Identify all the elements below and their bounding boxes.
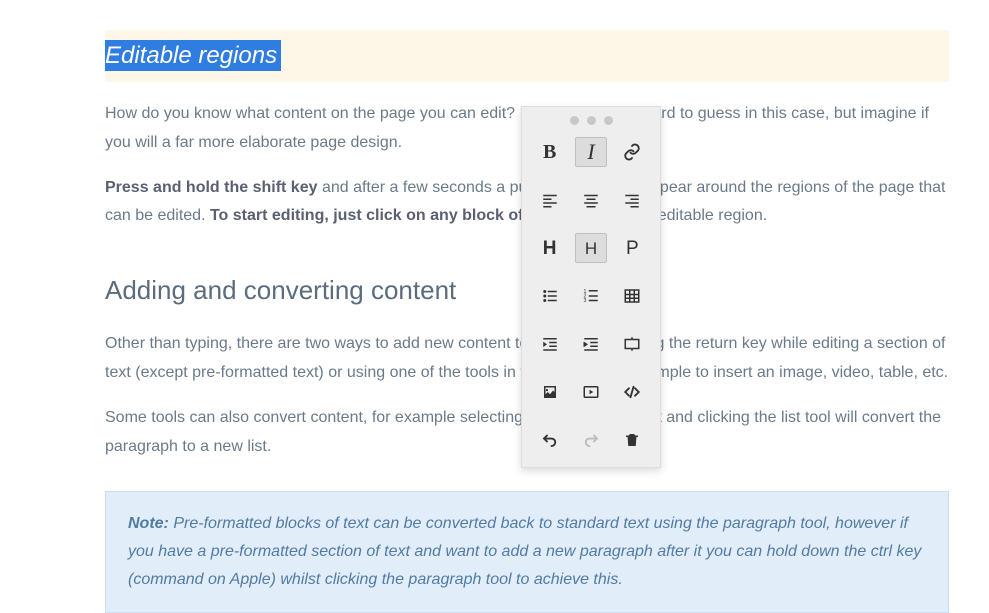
unordered-list-button[interactable] bbox=[534, 281, 566, 311]
note-block[interactable]: Note: Pre-formatted blocks of text can b… bbox=[105, 491, 949, 613]
undo-icon bbox=[541, 431, 559, 449]
redo-button[interactable] bbox=[575, 425, 607, 455]
section-heading-editable-regions[interactable]: Editable regions bbox=[105, 40, 281, 71]
redo-icon bbox=[582, 431, 600, 449]
bold-button[interactable]: B bbox=[534, 137, 566, 167]
heading-wrapper: Editable regions bbox=[105, 30, 949, 82]
table-icon bbox=[623, 287, 641, 305]
video-button[interactable] bbox=[575, 377, 607, 407]
toolbox-drag-handle[interactable] bbox=[522, 107, 660, 131]
subheading-button[interactable]: H bbox=[575, 233, 607, 263]
link-icon bbox=[623, 143, 641, 161]
code-icon bbox=[623, 383, 641, 401]
align-right-button[interactable] bbox=[616, 185, 648, 215]
align-left-button[interactable] bbox=[534, 185, 566, 215]
italic-icon: I bbox=[587, 141, 594, 163]
grip-dot-icon bbox=[604, 116, 613, 125]
preformatted-button[interactable] bbox=[616, 329, 648, 359]
align-left-icon bbox=[541, 191, 559, 209]
italic-button[interactable]: I bbox=[575, 137, 607, 167]
delete-button[interactable] bbox=[616, 425, 648, 455]
align-right-icon bbox=[623, 191, 641, 209]
toolbox-grid: B I H H P 123 bbox=[522, 131, 660, 467]
ordered-list-button[interactable]: 123 bbox=[575, 281, 607, 311]
heading-button[interactable]: H bbox=[534, 233, 566, 263]
code-button[interactable] bbox=[616, 377, 648, 407]
outdent-button[interactable] bbox=[534, 329, 566, 359]
svg-text:3: 3 bbox=[583, 298, 586, 304]
editor-toolbox: B I H H P 123 bbox=[521, 106, 661, 468]
paragraph-button[interactable]: P bbox=[616, 233, 648, 263]
grip-dot-icon bbox=[587, 116, 596, 125]
preformatted-icon bbox=[623, 335, 641, 353]
bold-press-shift: Press and hold the shift key bbox=[105, 179, 318, 196]
unordered-list-icon bbox=[541, 287, 559, 305]
indent-icon bbox=[582, 335, 600, 353]
heading-icon: H bbox=[543, 239, 557, 258]
table-button[interactable] bbox=[616, 281, 648, 311]
align-center-button[interactable] bbox=[575, 185, 607, 215]
undo-button[interactable] bbox=[534, 425, 566, 455]
note-label: Note: bbox=[128, 515, 169, 532]
ordered-list-icon: 123 bbox=[582, 287, 600, 305]
note-body: Pre-formatted blocks of text can be conv… bbox=[128, 515, 921, 588]
trash-icon bbox=[623, 431, 641, 449]
align-center-icon bbox=[582, 191, 600, 209]
image-button[interactable] bbox=[534, 377, 566, 407]
link-button[interactable] bbox=[616, 137, 648, 167]
image-icon bbox=[541, 383, 559, 401]
indent-button[interactable] bbox=[575, 329, 607, 359]
subheading-icon: H bbox=[585, 240, 597, 257]
grip-dot-icon bbox=[570, 116, 579, 125]
paragraph-icon: P bbox=[626, 239, 639, 258]
bold-icon: B bbox=[543, 142, 556, 162]
video-icon bbox=[582, 383, 600, 401]
outdent-icon bbox=[541, 335, 559, 353]
